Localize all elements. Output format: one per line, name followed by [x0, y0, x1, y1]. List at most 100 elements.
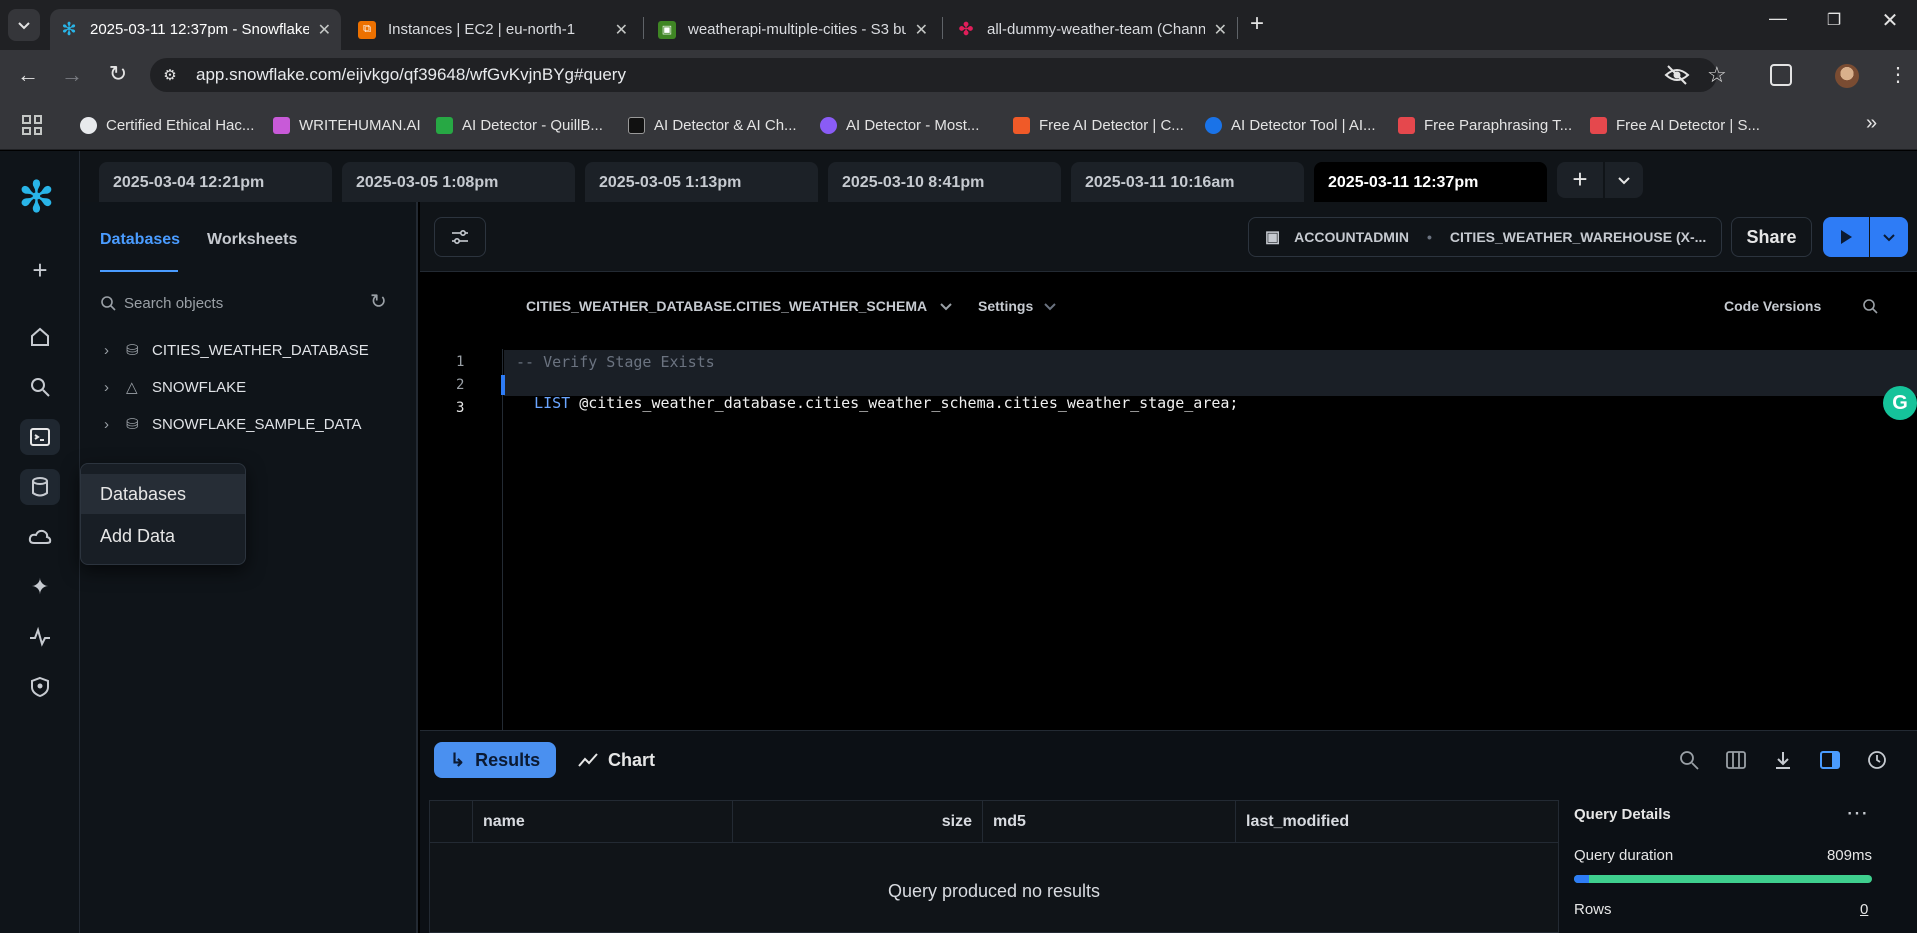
- grammarly-icon[interactable]: G: [1883, 386, 1917, 420]
- reload-button[interactable]: ↻: [102, 63, 134, 87]
- worksheet-menu-button[interactable]: [1605, 162, 1643, 198]
- close-icon[interactable]: ✕: [915, 20, 928, 40]
- refresh-icon[interactable]: ↻: [370, 289, 387, 314]
- editor-search-icon[interactable]: [1862, 298, 1878, 319]
- snowflake-logo[interactable]: ✻: [18, 176, 55, 220]
- settings-dropdown[interactable]: Settings: [978, 298, 1057, 314]
- eye-off-icon[interactable]: [1664, 64, 1690, 86]
- sliders-icon: [452, 229, 468, 245]
- browser-tab-s3[interactable]: ▣ weatherapi-multiple-cities - S3 bucket…: [648, 9, 938, 50]
- search-icon: [101, 296, 116, 311]
- browser-tab-snowflake[interactable]: ✻ 2025-03-11 12:37pm - Snowflake ✕: [50, 9, 341, 50]
- database-row[interactable]: › ⛁ SNOWFLAKE_SAMPLE_DATA: [104, 412, 362, 436]
- bookmark-item[interactable]: AI Detector & AI Ch...: [628, 112, 797, 138]
- browser-menu-icon[interactable]: ⋮: [1888, 62, 1908, 87]
- ai-sparkle-icon[interactable]: ✦: [20, 569, 60, 605]
- results-search-icon[interactable]: [1670, 741, 1708, 779]
- database-row[interactable]: › ⛁ CITIES_WEATHER_DATABASE: [104, 338, 369, 362]
- role-label: ACCOUNTADMIN: [1294, 229, 1409, 245]
- more-bookmarks-icon[interactable]: »: [1866, 112, 1877, 135]
- admin-shield-icon[interactable]: [20, 669, 60, 705]
- back-button[interactable]: ←: [12, 64, 44, 88]
- profile-avatar[interactable]: [1835, 64, 1859, 88]
- menu-item-add-data[interactable]: Add Data: [81, 516, 245, 556]
- column-header-md5[interactable]: md5: [993, 800, 1236, 843]
- shared-database-icon: △: [126, 379, 138, 396]
- bookmark-item[interactable]: Free AI Detector | S...: [1590, 112, 1760, 138]
- tab-worksheets[interactable]: Worksheets: [207, 231, 297, 249]
- separator-dot: •: [1426, 229, 1432, 245]
- worksheets-icon[interactable]: [20, 419, 60, 455]
- rows-label: Rows: [1574, 901, 1612, 918]
- search-icon[interactable]: [20, 369, 60, 405]
- share-button[interactable]: Share: [1731, 217, 1812, 257]
- run-button[interactable]: [1823, 217, 1869, 257]
- close-icon[interactable]: ✕: [1214, 20, 1227, 40]
- chevron-down-icon: [1618, 177, 1630, 185]
- rows-value[interactable]: 0: [1860, 901, 1868, 918]
- tab-search-button[interactable]: [8, 9, 40, 41]
- extensions-icon[interactable]: [1770, 64, 1792, 86]
- query-details-title: Query Details: [1574, 806, 1671, 823]
- worksheet-tab-active[interactable]: 2025-03-11 12:37pm: [1314, 162, 1547, 202]
- new-tab-button[interactable]: +: [1242, 10, 1272, 40]
- cursor-line-marker: [501, 375, 505, 395]
- bookmark-item[interactable]: WRITEHUMAN.AI: [273, 112, 421, 138]
- results-tab[interactable]: ↳ Results: [434, 742, 556, 778]
- close-icon[interactable]: ✕: [318, 20, 331, 40]
- worksheet-tab[interactable]: 2025-03-05 1:08pm: [342, 162, 575, 202]
- bookmark-item[interactable]: Free Paraphrasing T...: [1398, 112, 1572, 138]
- chart-tab[interactable]: Chart: [578, 742, 655, 778]
- cloud-icon[interactable]: [20, 519, 60, 555]
- context-selector[interactable]: ▣ ACCOUNTADMIN • CITIES_WEATHER_WAREHOUS…: [1248, 217, 1722, 257]
- minimize-button[interactable]: —: [1758, 8, 1798, 38]
- history-clock-icon[interactable]: [1858, 741, 1896, 779]
- browser-tab-ec2[interactable]: ⧉ Instances | EC2 | eu-north-1 ✕: [348, 9, 638, 50]
- search-objects-field[interactable]: Search objects: [100, 288, 400, 318]
- close-icon[interactable]: ✕: [615, 20, 628, 40]
- database-schema-selector[interactable]: CITIES_WEATHER_DATABASE.CITIES_WEATHER_S…: [526, 298, 953, 314]
- data-icon[interactable]: [20, 469, 60, 505]
- line-number: 3: [456, 400, 465, 416]
- bookmark-item[interactable]: AI Detector Tool | AI...: [1205, 112, 1376, 138]
- aws-s3-favicon: ▣: [658, 20, 676, 39]
- run-options-button[interactable]: [1870, 217, 1908, 257]
- download-icon[interactable]: [1764, 741, 1802, 779]
- database-row[interactable]: › △ SNOWFLAKE: [104, 375, 246, 399]
- bookmark-item[interactable]: Certified Ethical Hac...: [80, 112, 254, 138]
- add-worksheet-button[interactable]: +: [1557, 162, 1603, 198]
- site-info-icon[interactable]: ⚙: [150, 66, 190, 84]
- browser-tab-slack[interactable]: ✤ all-dummy-weather-team (Channel) ✕: [947, 9, 1237, 50]
- tab-separator: [942, 17, 943, 39]
- address-bar[interactable]: ⚙ app.snowflake.com/eijvkgo/qf39648/wfGv…: [150, 58, 1717, 92]
- column-header-name[interactable]: name: [483, 800, 733, 843]
- restore-button[interactable]: ❐: [1814, 10, 1854, 40]
- home-icon[interactable]: [20, 319, 60, 355]
- line-chart-icon: [578, 753, 598, 767]
- close-window-button[interactable]: ✕: [1870, 8, 1910, 38]
- worksheet-tab[interactable]: 2025-03-04 12:21pm: [99, 162, 332, 202]
- bookmark-item[interactable]: AI Detector - QuillB...: [436, 112, 603, 138]
- worksheet-tab[interactable]: 2025-03-11 10:16am: [1071, 162, 1304, 202]
- apps-grid-icon[interactable]: [22, 115, 42, 135]
- more-options-icon[interactable]: ⋯: [1846, 800, 1868, 826]
- worksheet-tab[interactable]: 2025-03-05 1:13pm: [585, 162, 818, 202]
- filter-toggle-button[interactable]: [434, 217, 486, 257]
- details-panel-icon[interactable]: [1811, 741, 1849, 779]
- bookmark-star-icon[interactable]: ☆: [1707, 62, 1727, 88]
- bookmark-item[interactable]: Free AI Detector | C...: [1013, 112, 1184, 138]
- create-icon[interactable]: +: [20, 252, 60, 288]
- tab-databases[interactable]: Databases: [100, 231, 180, 249]
- tab-underline: [100, 270, 178, 272]
- monitoring-icon[interactable]: [20, 619, 60, 655]
- menu-item-databases[interactable]: Databases: [81, 474, 245, 514]
- column-header-size[interactable]: size: [733, 800, 983, 843]
- row-number-header: [430, 800, 473, 843]
- forward-button[interactable]: →: [56, 64, 88, 88]
- worksheet-tab[interactable]: 2025-03-10 8:41pm: [828, 162, 1061, 202]
- chevron-down-icon: [18, 22, 30, 30]
- bookmark-item[interactable]: AI Detector - Most...: [820, 112, 979, 138]
- code-versions-button[interactable]: Code Versions: [1724, 298, 1821, 314]
- column-header-last-modified[interactable]: last_modified: [1246, 800, 1546, 843]
- columns-icon[interactable]: [1717, 741, 1755, 779]
